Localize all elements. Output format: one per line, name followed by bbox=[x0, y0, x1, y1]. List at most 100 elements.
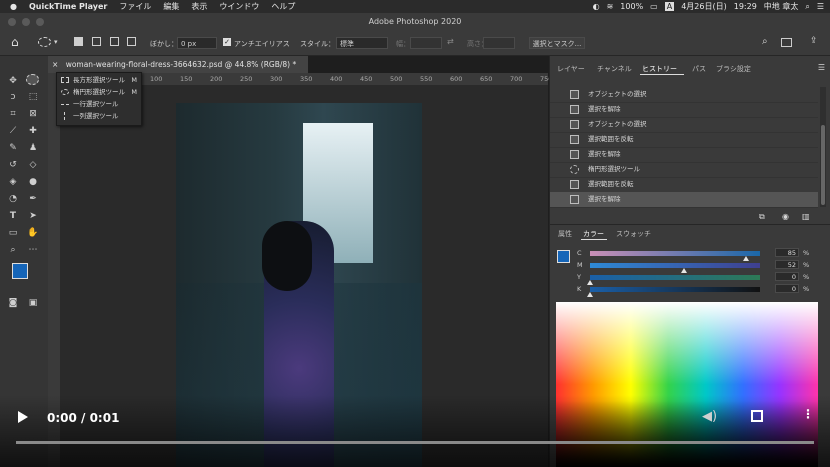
menubar-user[interactable]: 中地 章太 bbox=[764, 1, 799, 12]
history-scrollbar-thumb[interactable] bbox=[821, 125, 825, 205]
path-select-tool-icon[interactable]: ➤ bbox=[26, 209, 40, 223]
video-progress-bar[interactable] bbox=[16, 441, 814, 444]
new-snapshot-icon[interactable]: ⧉ bbox=[759, 212, 765, 222]
yellow-slider-track[interactable] bbox=[590, 275, 760, 280]
history-brush-tool-icon[interactable]: ↺ bbox=[6, 158, 20, 172]
input-source[interactable]: A bbox=[664, 2, 675, 11]
history-item[interactable]: 選択範囲を反転 bbox=[550, 132, 818, 148]
menu-window[interactable]: ウインドウ bbox=[219, 1, 259, 12]
magenta-value-input[interactable]: 52 bbox=[775, 260, 799, 269]
cyan-slider-track[interactable] bbox=[590, 251, 760, 256]
lasso-tool-icon[interactable]: ↄ bbox=[6, 90, 20, 104]
status-icon[interactable]: ◐ bbox=[593, 2, 600, 11]
menubar-date[interactable]: 4月26日(日) bbox=[681, 1, 727, 12]
zoom-tool-icon[interactable]: ⌕ bbox=[6, 243, 20, 257]
crop-tool-icon[interactable]: ⌗ bbox=[6, 107, 20, 121]
pen-tool-icon[interactable]: ✒ bbox=[26, 192, 40, 206]
healing-tool-icon[interactable]: ✚ bbox=[26, 124, 40, 138]
history-item[interactable]: オブジェクトの選択 bbox=[550, 87, 818, 103]
notification-center-icon[interactable]: ☰ bbox=[817, 2, 824, 11]
feather-input[interactable]: 0 px bbox=[177, 37, 217, 49]
type-tool-icon[interactable]: T bbox=[6, 209, 20, 223]
app-name-menu[interactable]: QuickTime Player bbox=[29, 2, 107, 11]
subtract-selection-icon[interactable] bbox=[110, 37, 119, 46]
play-button[interactable] bbox=[18, 411, 28, 423]
close-tab-icon[interactable]: × bbox=[52, 60, 58, 69]
marquee-tool-icon[interactable] bbox=[26, 74, 39, 85]
style-select[interactable]: 標準 bbox=[336, 37, 388, 49]
dodge-tool-icon[interactable]: ◔ bbox=[6, 192, 20, 206]
blur-tool-icon[interactable]: ● bbox=[26, 175, 40, 189]
wifi-icon[interactable]: ≋ bbox=[607, 2, 614, 11]
height-input[interactable] bbox=[483, 37, 515, 49]
menubar-time[interactable]: 19:29 bbox=[734, 2, 757, 11]
paint-bucket-tool-icon[interactable]: ◈ bbox=[6, 175, 20, 189]
menu-view[interactable]: 表示 bbox=[191, 1, 207, 12]
battery-percent[interactable]: 100% bbox=[620, 2, 643, 11]
screen-mode-icon[interactable]: ▣ bbox=[26, 296, 40, 310]
apple-menu-icon[interactable]: ● bbox=[10, 2, 17, 11]
trash-icon[interactable]: ▥ bbox=[802, 212, 810, 221]
spotlight-icon[interactable]: ⌕ bbox=[805, 2, 809, 12]
more-options-icon[interactable]: ⋮ bbox=[802, 407, 814, 421]
history-item[interactable]: 選択を解除 bbox=[550, 102, 818, 118]
tab-history[interactable]: ヒストリー bbox=[642, 64, 677, 74]
flyout-item-single-row-marquee[interactable]: 一行選択ツール bbox=[57, 98, 141, 110]
antialias-checkbox[interactable]: ✓ bbox=[223, 38, 231, 46]
quick-mask-icon[interactable]: ◙ bbox=[6, 296, 20, 310]
panel-menu-icon[interactable]: ☰ bbox=[818, 63, 825, 72]
flyout-item-single-column-marquee[interactable]: 一列選択ツール bbox=[57, 110, 141, 122]
tab-swatches[interactable]: スウォッチ bbox=[616, 229, 651, 239]
move-tool-icon[interactable]: ✥ bbox=[6, 74, 20, 88]
home-icon[interactable]: ⌂ bbox=[11, 35, 19, 49]
intersect-selection-icon[interactable] bbox=[127, 37, 136, 46]
chevron-down-icon[interactable]: ▾ bbox=[54, 38, 58, 50]
black-slider-track[interactable] bbox=[590, 287, 760, 292]
ellipse-marquee-preset-icon[interactable] bbox=[38, 37, 51, 47]
foreground-color-swatch[interactable] bbox=[12, 263, 28, 279]
cyan-value-input[interactable]: 85 bbox=[775, 248, 799, 257]
tab-layers[interactable]: レイヤー bbox=[557, 64, 585, 74]
new-selection-icon[interactable] bbox=[74, 37, 83, 46]
black-value-input[interactable]: 0 bbox=[775, 284, 799, 293]
swap-icon[interactable]: ⇄ bbox=[447, 37, 454, 49]
yellow-value-input[interactable]: 0 bbox=[775, 272, 799, 281]
black-slider-thumb[interactable] bbox=[587, 292, 593, 297]
magenta-slider-track[interactable] bbox=[590, 263, 760, 268]
document-tab[interactable]: × woman-wearing-floral-dress-3664632.psd… bbox=[48, 56, 308, 73]
tab-color[interactable]: カラー bbox=[583, 229, 604, 239]
search-icon[interactable]: ⌕ bbox=[762, 36, 768, 48]
fullscreen-icon[interactable] bbox=[751, 410, 763, 422]
camera-icon[interactable]: ◉ bbox=[782, 212, 789, 221]
eraser-tool-icon[interactable]: ◇ bbox=[26, 158, 40, 172]
panel-foreground-swatch[interactable] bbox=[557, 250, 570, 263]
tab-properties[interactable]: 属性 bbox=[558, 229, 572, 239]
tab-brush-settings[interactable]: ブラシ設定 bbox=[716, 64, 751, 74]
history-item-selected[interactable]: 選択を解除 bbox=[550, 192, 818, 208]
tab-paths[interactable]: パス bbox=[692, 64, 706, 74]
history-scrollbar[interactable] bbox=[820, 87, 826, 207]
frame-tool-icon[interactable]: ⊠ bbox=[26, 107, 40, 121]
object-select-tool-icon[interactable]: ⬚ bbox=[26, 90, 40, 104]
menu-help[interactable]: ヘルプ bbox=[271, 1, 295, 12]
history-item[interactable]: 楕円形選択ツール bbox=[550, 162, 818, 178]
rectangle-tool-icon[interactable]: ▭ bbox=[6, 226, 20, 240]
add-selection-icon[interactable] bbox=[92, 37, 101, 46]
select-and-mask-button[interactable]: 選択とマスク... bbox=[529, 37, 585, 49]
history-item[interactable]: 選択を解除 bbox=[550, 147, 818, 163]
eyedropper-tool-icon[interactable]: ⟋ bbox=[6, 124, 20, 138]
stamp-tool-icon[interactable]: ♟ bbox=[26, 141, 40, 155]
menu-edit[interactable]: 編集 bbox=[163, 1, 179, 12]
workspace-icon[interactable] bbox=[781, 38, 792, 47]
more-tools-icon[interactable]: ⋯ bbox=[26, 243, 40, 257]
tab-channels[interactable]: チャンネル bbox=[597, 64, 632, 74]
share-icon[interactable]: ⇪ bbox=[810, 36, 818, 48]
history-item[interactable]: オブジェクトの選択 bbox=[550, 117, 818, 133]
hand-tool-icon[interactable]: ✋ bbox=[26, 226, 40, 240]
flyout-item-elliptical-marquee[interactable]: 楕円形選択ツール M bbox=[57, 86, 141, 98]
volume-icon[interactable]: ◀) bbox=[702, 409, 717, 424]
brush-tool-icon[interactable]: ✎ bbox=[6, 141, 20, 155]
flyout-item-rectangular-marquee[interactable]: 長方形選択ツール M bbox=[57, 74, 141, 86]
menu-file[interactable]: ファイル bbox=[119, 1, 151, 12]
width-input[interactable] bbox=[410, 37, 442, 49]
